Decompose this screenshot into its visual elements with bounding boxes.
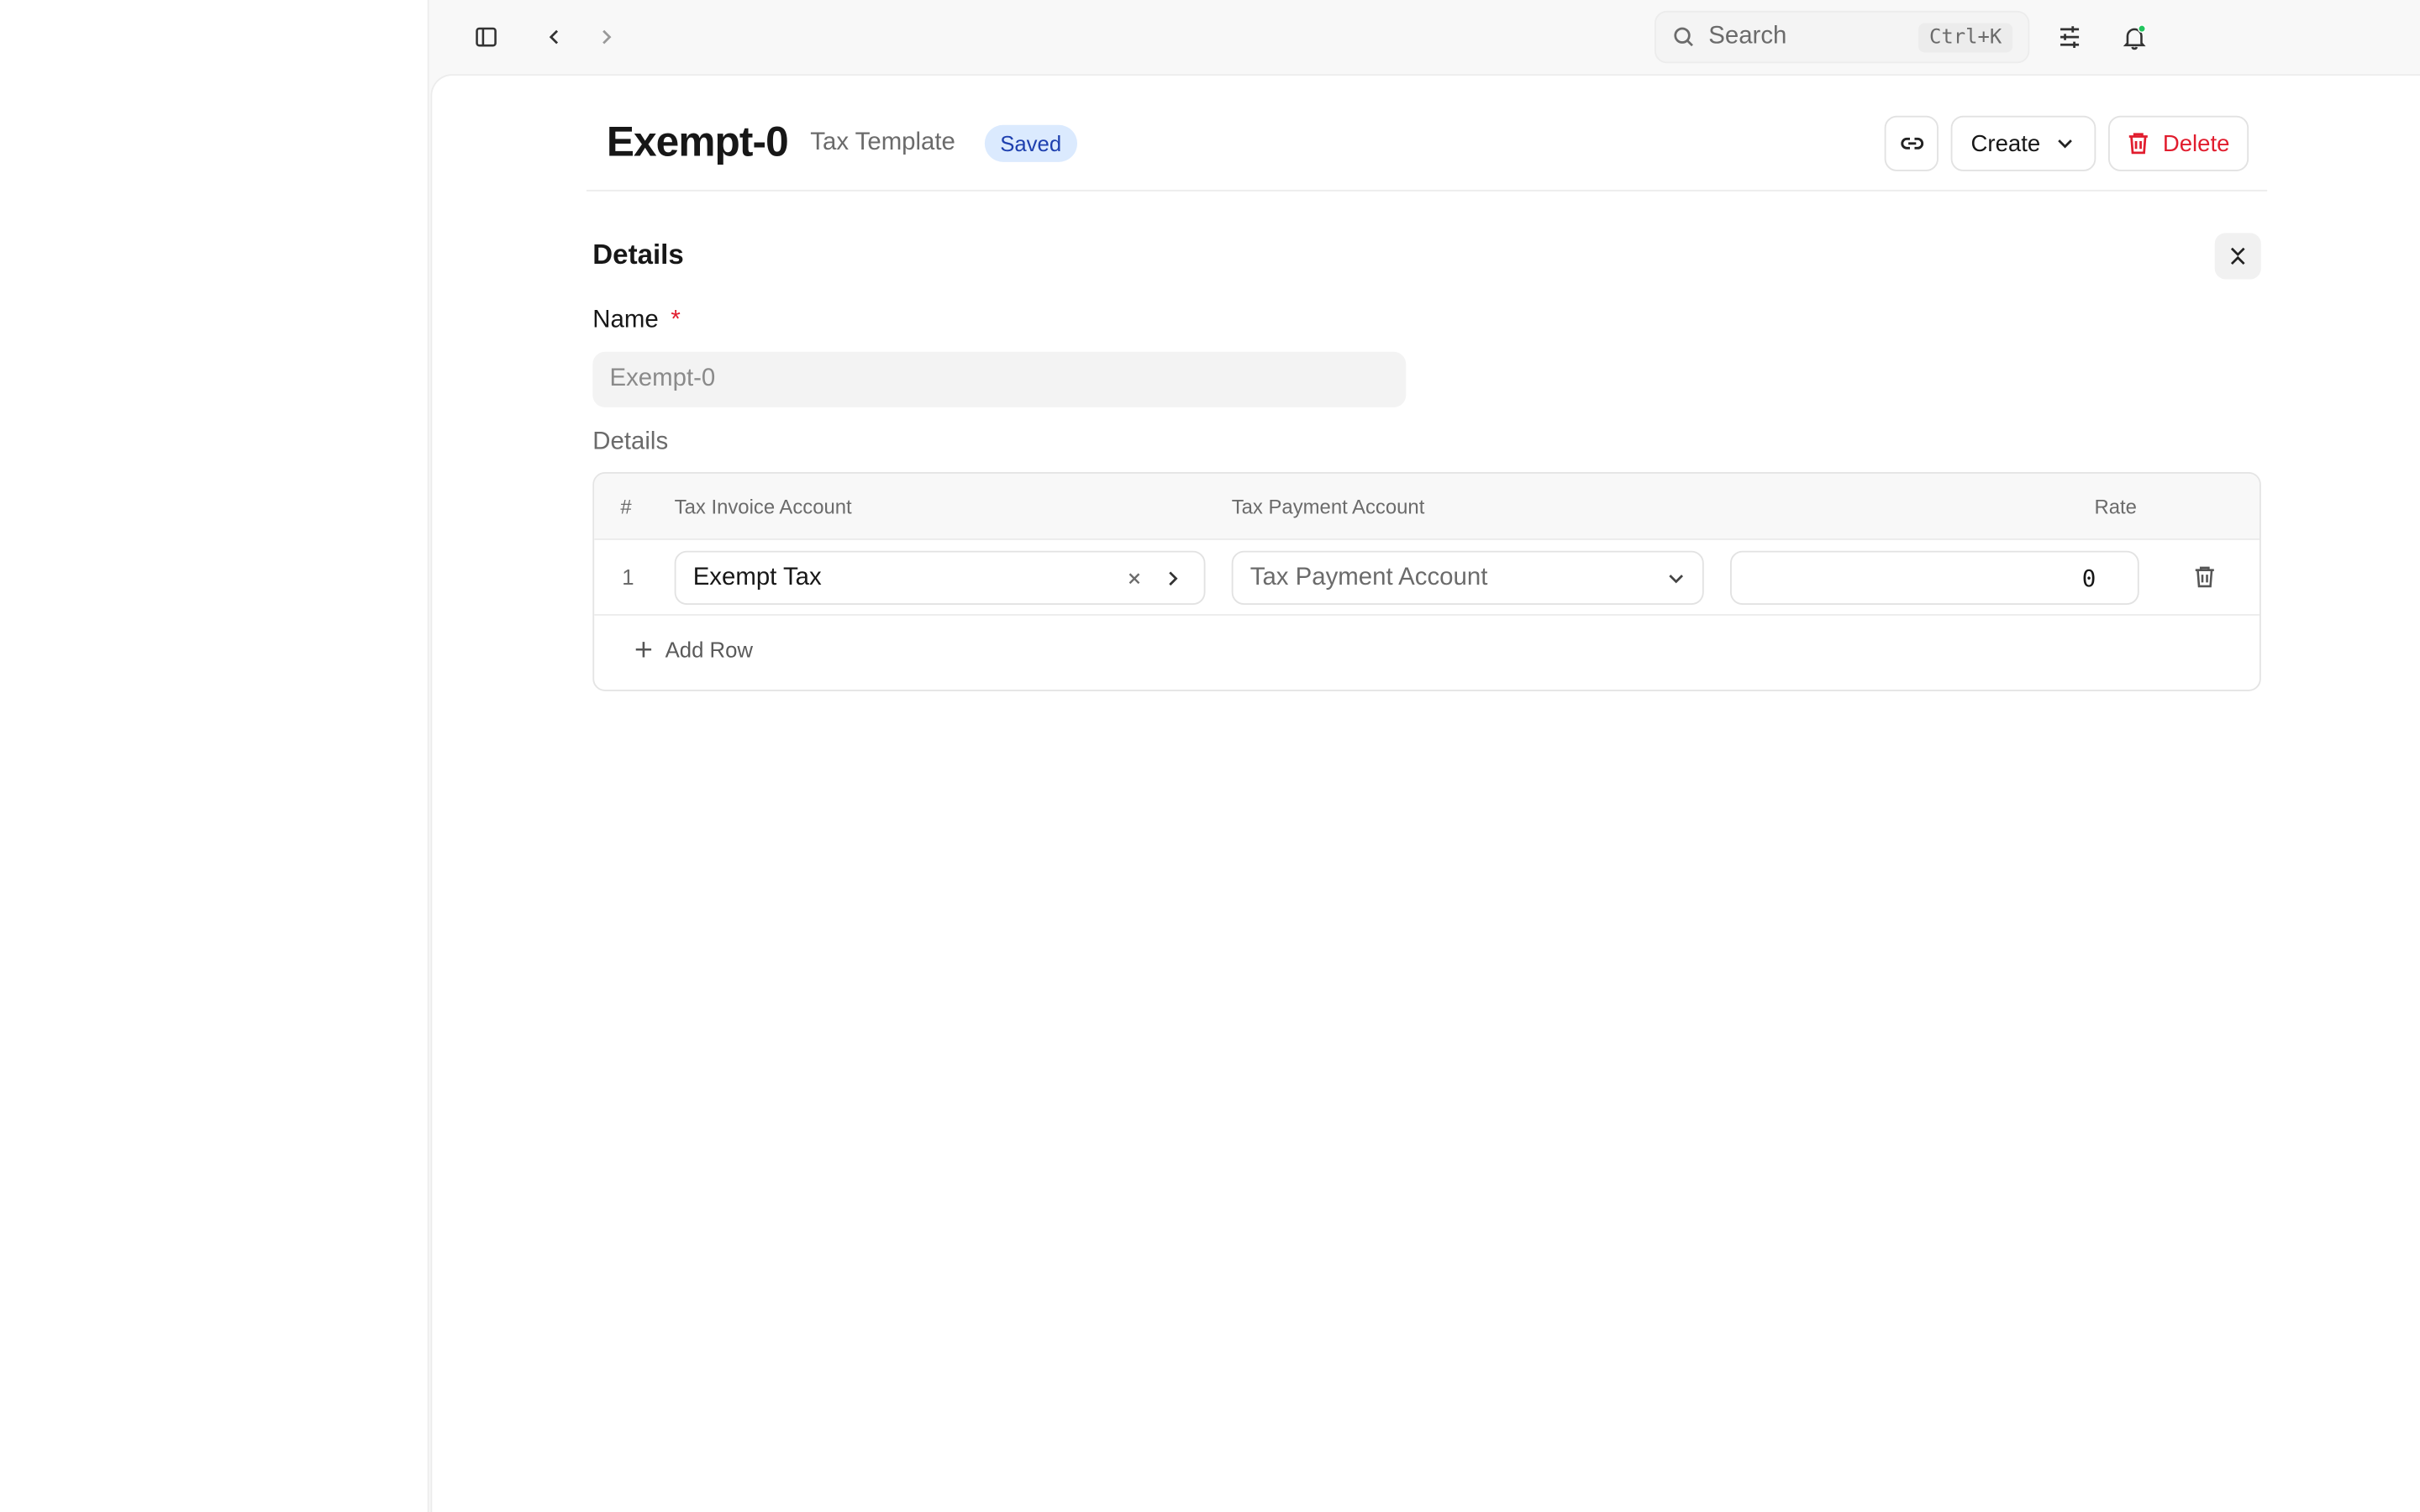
main-panel: Exempt-0 Tax Template Saved Create Delet… xyxy=(430,74,2420,1512)
table-row: 1 Exempt Tax Tax Payment Account 0 xyxy=(594,540,2260,616)
sidebar xyxy=(0,0,429,1512)
column-header-rate: Rate xyxy=(2094,495,2137,519)
chevron-down-icon xyxy=(2054,133,2076,155)
collapse-section-button[interactable] xyxy=(2214,233,2261,280)
tax-payment-account-placeholder: Tax Payment Account xyxy=(1249,564,1488,591)
name-label: Name * xyxy=(592,307,681,335)
delete-button[interactable]: Delete xyxy=(2107,115,2249,171)
status-badge: Saved xyxy=(984,124,1077,162)
sidebar-toggle-icon[interactable] xyxy=(468,18,505,55)
search-shortcut: Ctrl+K xyxy=(1918,22,2013,52)
search-placeholder: Search xyxy=(1708,23,1787,50)
link-icon xyxy=(1897,129,1925,157)
name-label-text: Name xyxy=(592,307,659,333)
details-table: # Tax Invoice Account Tax Payment Accoun… xyxy=(592,472,2261,691)
copy-link-button[interactable] xyxy=(1884,115,1939,171)
create-button[interactable]: Create xyxy=(1950,115,2096,171)
search-bar[interactable]: Search Ctrl+K xyxy=(1654,10,2030,64)
back-arrow-icon[interactable] xyxy=(535,18,572,55)
add-row-button[interactable]: Add Row xyxy=(634,638,753,662)
column-header-tax-invoice-account: Tax Invoice Account xyxy=(674,495,852,519)
create-label: Create xyxy=(1970,130,2041,157)
forward-arrow-icon[interactable] xyxy=(588,18,625,55)
details-table-label: Details xyxy=(592,428,669,455)
filters-icon[interactable] xyxy=(2051,18,2088,55)
name-field[interactable]: Exempt-0 xyxy=(592,351,1407,407)
rate-field[interactable]: 0 xyxy=(1729,550,2139,606)
clear-icon[interactable] xyxy=(1127,570,1142,585)
add-row-label: Add Row xyxy=(665,637,753,662)
top-bar: Search Ctrl+K xyxy=(430,0,2420,75)
column-header-tax-payment-account: Tax Payment Account xyxy=(1231,495,1425,519)
row-index: 1 xyxy=(622,564,634,590)
open-link-chevron-icon[interactable] xyxy=(1164,569,1182,587)
tax-payment-account-select[interactable]: Tax Payment Account xyxy=(1231,550,1704,606)
delete-row-trash-icon[interactable] xyxy=(2193,564,2217,589)
delete-label: Delete xyxy=(2162,130,2230,157)
notification-bell-icon[interactable] xyxy=(2116,18,2153,55)
search-icon xyxy=(1671,24,1696,49)
page-title: Exempt-0 xyxy=(606,118,789,165)
page-subtitle: Tax Template xyxy=(810,129,955,156)
collapse-icon xyxy=(2227,245,2249,267)
required-mark: * xyxy=(671,307,681,333)
chevron-down-icon xyxy=(1665,567,1687,589)
tax-invoice-account-field[interactable]: Exempt Tax xyxy=(674,550,1206,606)
header-divider xyxy=(586,189,2268,192)
table-header: # Tax Invoice Account Tax Payment Accoun… xyxy=(594,473,2260,540)
trash-icon xyxy=(2128,131,2151,155)
column-header-index: # xyxy=(620,495,632,519)
section-title: Details xyxy=(592,239,684,270)
tax-invoice-account-value: Exempt Tax xyxy=(692,564,822,591)
plus-icon xyxy=(634,640,653,659)
